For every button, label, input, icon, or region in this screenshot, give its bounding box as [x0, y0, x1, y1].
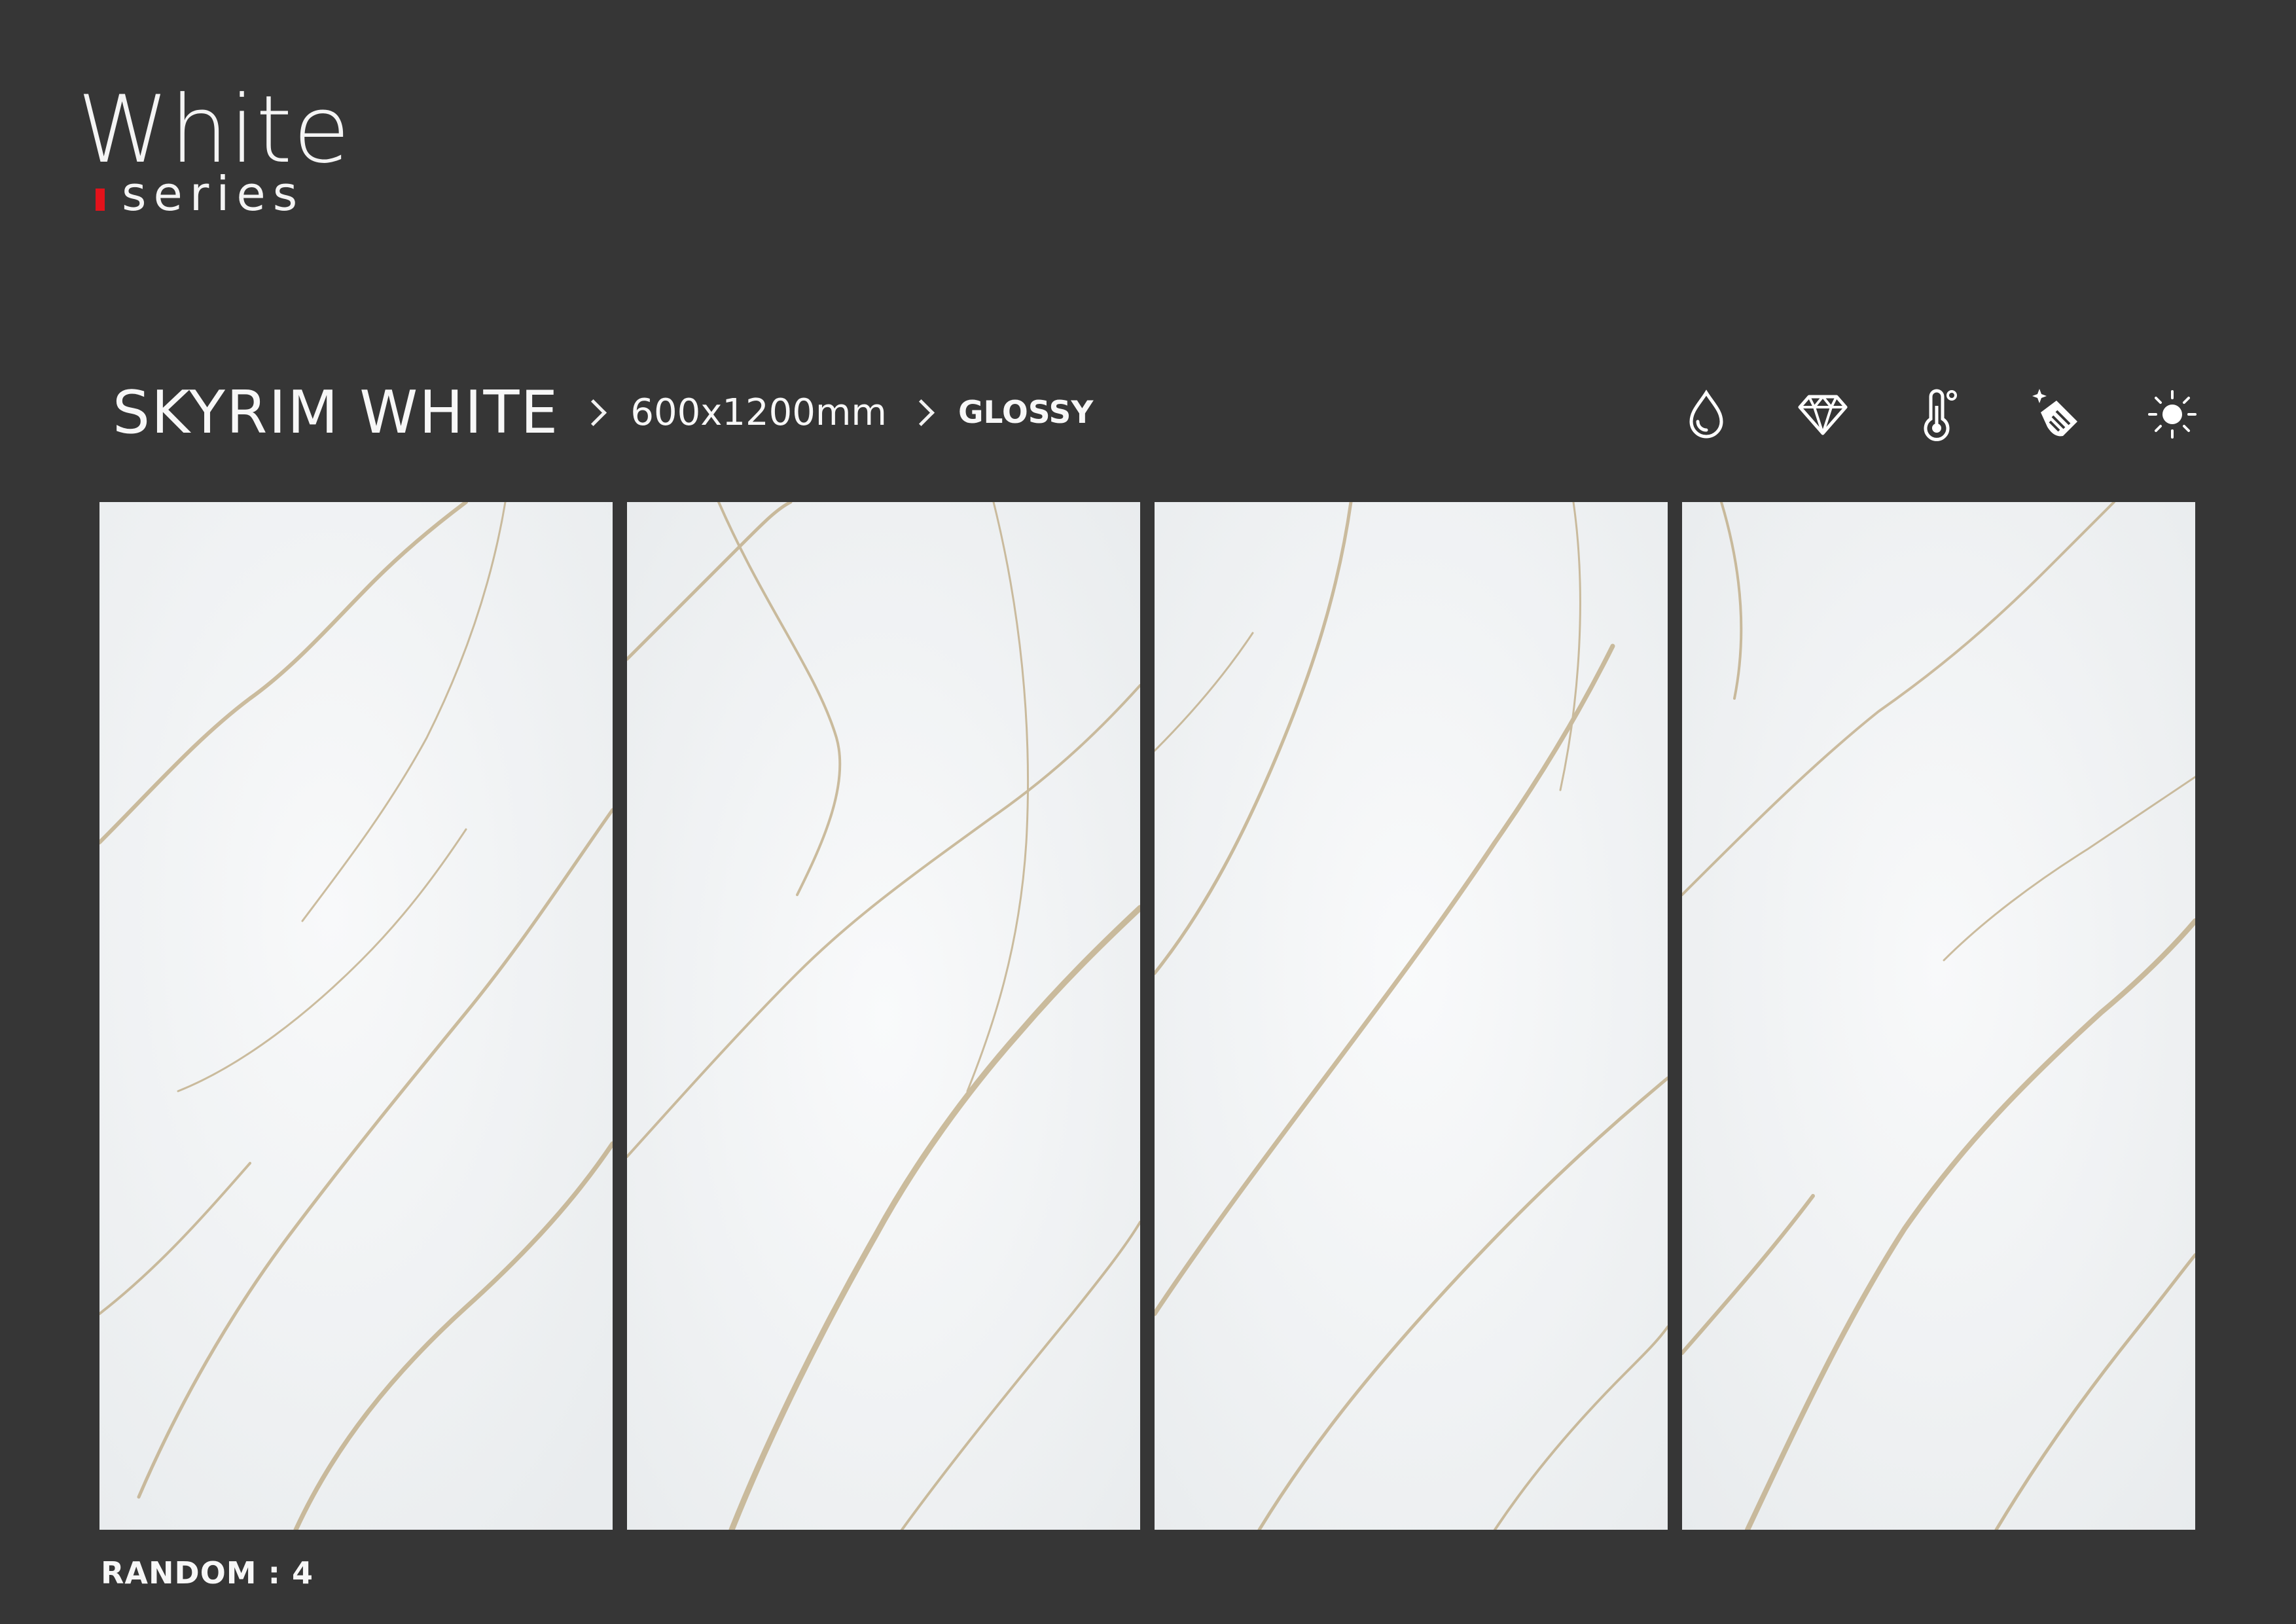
product-finish: GLOSSY [958, 394, 1094, 431]
logo-title: White [77, 76, 351, 184]
marble-tile-face-3 [1155, 502, 1668, 1530]
logo-subtitle: series [122, 166, 305, 221]
breadcrumb: SKYRIM WHITE 600x1200mm GLOSSY [113, 373, 1093, 452]
logo-red-mark [96, 189, 105, 211]
chevron-right-icon [907, 399, 935, 426]
product-size: 600x1200mm [630, 391, 887, 434]
series-logo: White series [77, 76, 351, 218]
sun-icon [2144, 386, 2200, 442]
random-faces-label: RANDOM : 4 [101, 1555, 314, 1591]
feature-icons [1678, 386, 2200, 442]
tile-faces [99, 502, 2195, 1530]
thermometer-icon [1911, 386, 1967, 442]
diamond-icon [1795, 386, 1851, 442]
marble-tile-face-4 [1682, 502, 2195, 1530]
product-name: SKYRIM WHITE [113, 378, 560, 447]
marble-tile-face-1 [99, 502, 613, 1530]
marble-tile-face-2 [627, 502, 1140, 1530]
water-drop-icon [1678, 386, 1734, 442]
chevron-right-icon [580, 399, 607, 426]
easy-clean-hand-icon [2028, 386, 2084, 442]
